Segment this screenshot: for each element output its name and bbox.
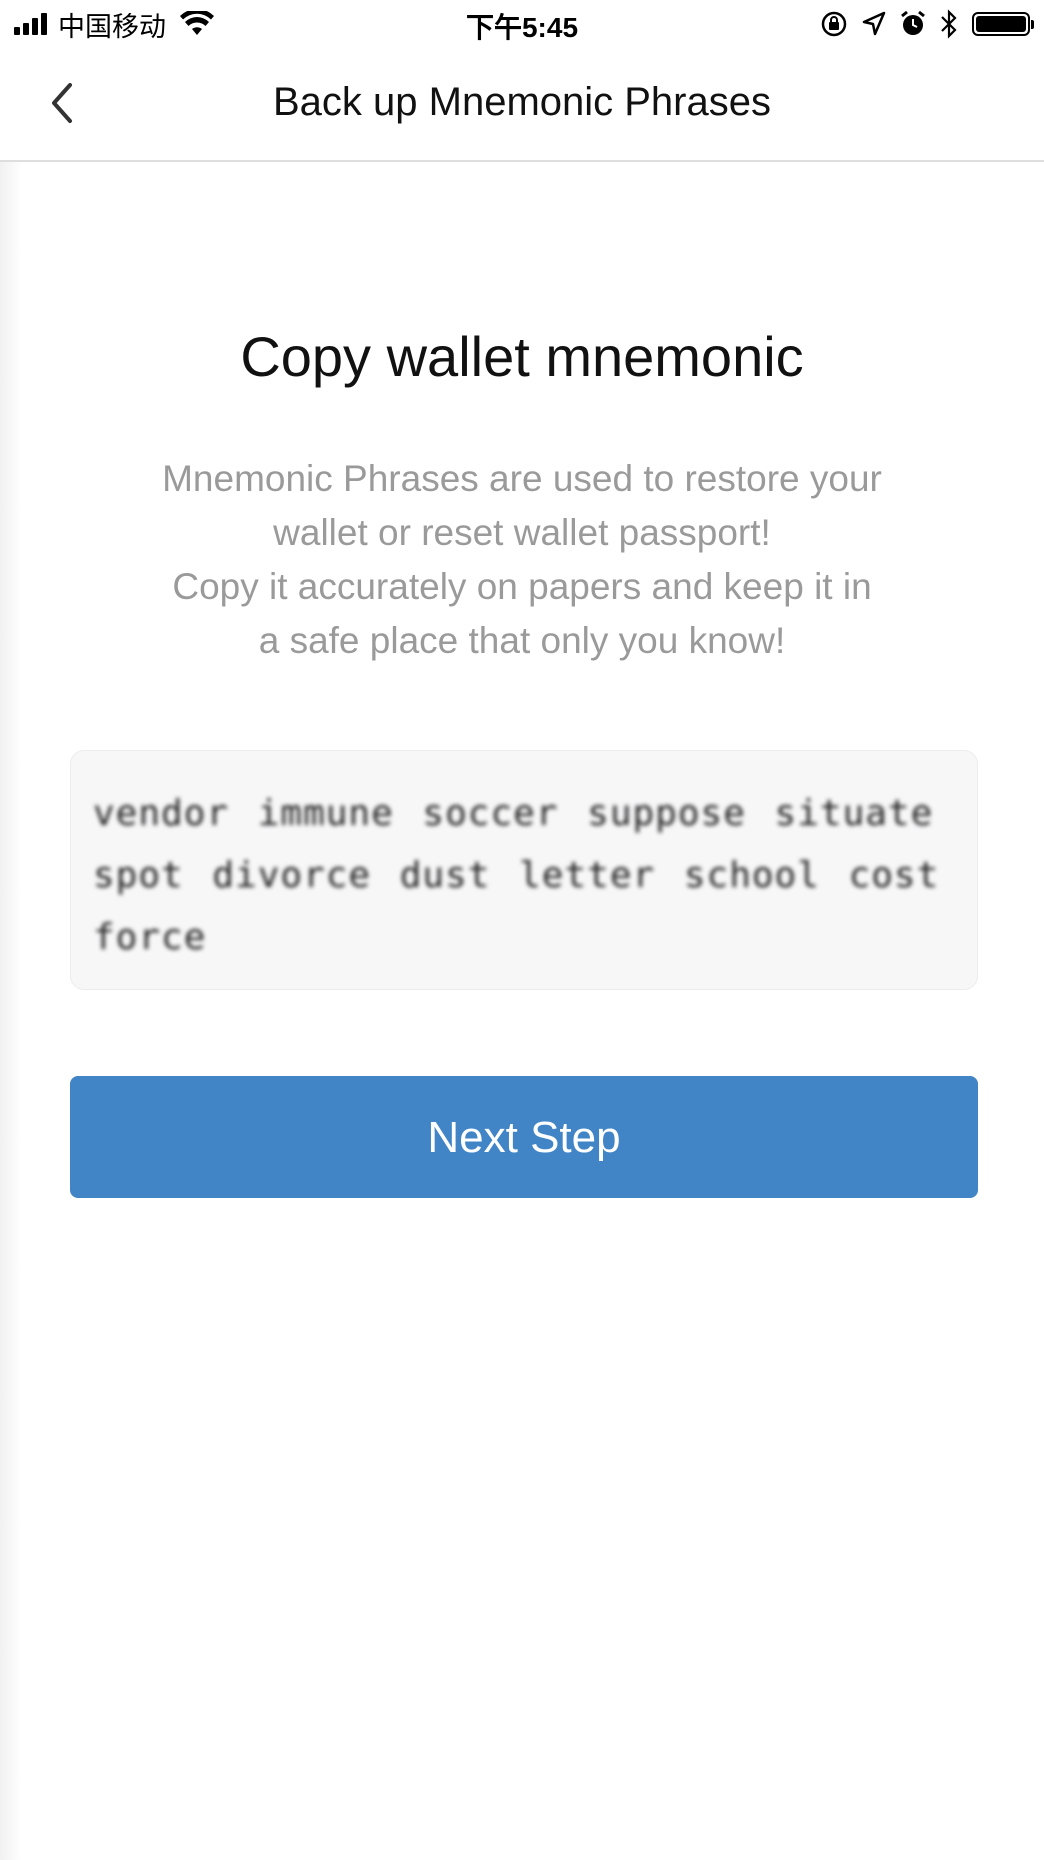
status-bar: 中国移动 下午5:45 (0, 0, 1044, 48)
edge-shadow (0, 162, 22, 1860)
orientation-lock-icon (821, 11, 847, 37)
location-icon (862, 11, 886, 36)
description-line: Copy it accurately on papers and keep it… (172, 566, 872, 607)
mnemonic-phrase[interactable]: vendor immune soccer suppose situate spo… (93, 783, 955, 969)
mnemonic-box: vendor immune soccer suppose situate spo… (70, 750, 978, 990)
headline: Copy wallet mnemonic (240, 325, 804, 388)
description-line: Mnemonic Phrases are used to restore you… (162, 458, 882, 499)
battery-icon (972, 12, 1034, 36)
backup-mnemonic-screen: 中国移动 下午5:45 Back up Mnemonic Phrases Cop… (0, 0, 1044, 1860)
bluetooth-icon (941, 9, 957, 39)
next-step-button[interactable]: Next Step (70, 1076, 978, 1198)
description: Mnemonic Phrases are used to restore you… (100, 452, 944, 668)
navigation-bar: Back up Mnemonic Phrases (0, 48, 1044, 162)
status-right (806, 8, 1034, 40)
description-line: a safe place that only you know! (258, 620, 786, 661)
description-line: wallet or reset wallet passport! (273, 512, 771, 553)
alarm-icon (901, 10, 925, 35)
page-title: Back up Mnemonic Phrases (272, 80, 771, 124)
